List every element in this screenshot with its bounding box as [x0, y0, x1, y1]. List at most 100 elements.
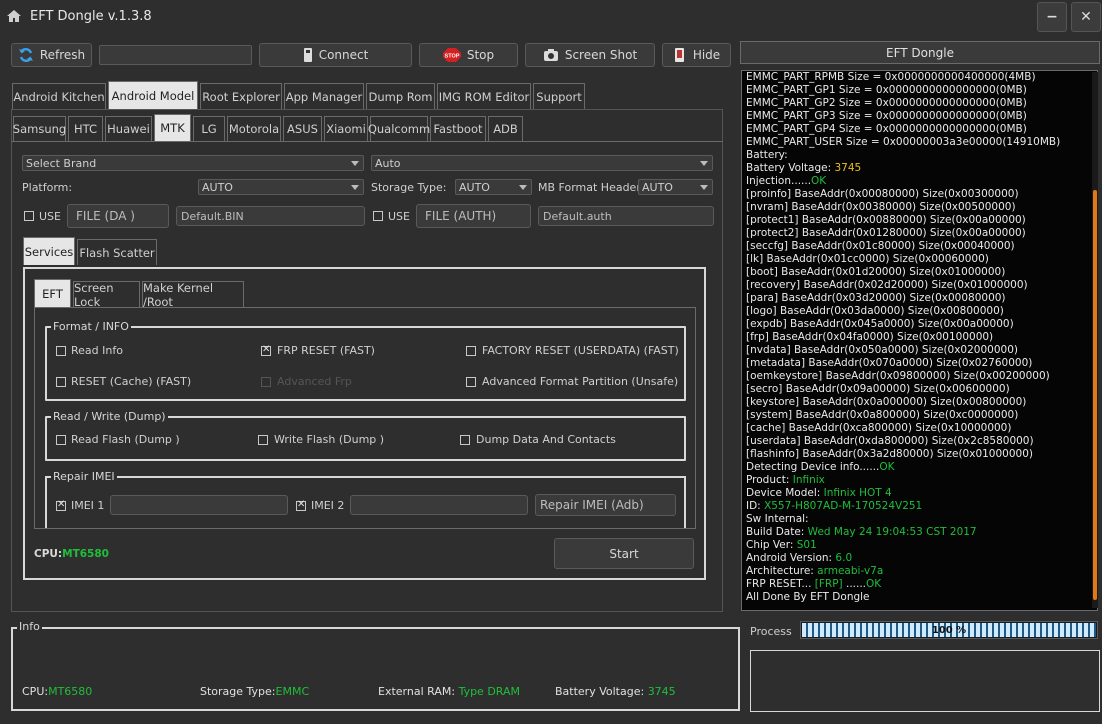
- stop-button[interactable]: STOP Stop: [419, 43, 518, 67]
- tab-qualcomm[interactable]: Qualcomm: [368, 116, 430, 141]
- refresh-button[interactable]: Refresh: [11, 43, 92, 67]
- tab-img-rom-editor[interactable]: IMG ROM Editor: [437, 83, 531, 109]
- log-segment: [flashinfo] BaseAddr(0x3a2d80000) Size(0…: [746, 448, 1033, 460]
- tab-lg[interactable]: LG: [193, 116, 225, 141]
- stop-label: Stop: [466, 48, 495, 62]
- read-flash-checkbox[interactable]: [56, 435, 66, 445]
- tab-make-kernel-root[interactable]: Make Kernel /Root: [142, 281, 244, 309]
- log-line: Battery:: [742, 149, 1097, 162]
- log-output[interactable]: EMMC_PART_RPMB Size = 0x0000000000400000…: [741, 70, 1098, 611]
- log-line: Device Model: Infinix HOT 4: [742, 487, 1097, 500]
- frp-reset-checkbox[interactable]: [261, 344, 271, 356]
- hide-label: Hide: [692, 48, 721, 62]
- log-line: Battery Voltage: 3745: [742, 162, 1097, 175]
- tab-android-kitchen[interactable]: Android Kitchen: [12, 83, 106, 109]
- log-line: FRP RESET... [FRP] ......OK: [742, 578, 1097, 591]
- factory-reset-label: FACTORY RESET (USERDATA) (FAST): [482, 344, 679, 357]
- log-scrollbar[interactable]: [1092, 72, 1098, 608]
- tab-root-explorer[interactable]: Root Explorer: [200, 83, 282, 109]
- tab-dump-rom[interactable]: Dump Rom: [366, 83, 435, 109]
- log-segment: EMMC_PART_GP2 Size = 0x0000000000000000(…: [746, 97, 1027, 109]
- tab-asus[interactable]: ASUS: [283, 116, 322, 141]
- write-flash-checkbox[interactable]: [258, 435, 268, 445]
- tab-mtk[interactable]: MTK: [154, 114, 191, 141]
- read-info-label: Read Info: [71, 344, 123, 357]
- platform-select[interactable]: AUTO: [198, 179, 364, 195]
- log-line: [keystore] BaseAddr(0x0a000000) Size(0x0…: [742, 396, 1097, 409]
- tab-samsung[interactable]: Samsung: [13, 116, 66, 141]
- advanced-frp-checkbox[interactable]: [261, 377, 271, 387]
- tab-screen-lock[interactable]: Screen Lock: [73, 281, 140, 309]
- imei2-checkbox[interactable]: [296, 499, 306, 511]
- log-segment: Chip Ver:: [746, 539, 797, 551]
- file-auth-button[interactable]: FILE (AUTH): [416, 204, 531, 228]
- factory-reset-checkbox[interactable]: [466, 346, 476, 356]
- hide-button[interactable]: Hide: [662, 43, 731, 67]
- log-segment: Architecture:: [746, 565, 818, 577]
- brand-select[interactable]: Select Brand: [22, 155, 364, 171]
- log-segment: Sw Internal:: [746, 513, 809, 525]
- storage-type-select[interactable]: AUTO: [455, 179, 532, 195]
- tab-flash-scatter[interactable]: Flash Scatter: [77, 239, 157, 265]
- tab-support[interactable]: Support: [533, 83, 585, 109]
- log-segment: 6.0: [835, 552, 853, 564]
- start-button[interactable]: Start: [554, 538, 694, 569]
- cpu-value: MT6580: [62, 548, 109, 560]
- tab-motorola[interactable]: Motorola: [227, 116, 281, 141]
- imei2-input[interactable]: [350, 495, 528, 515]
- read-info-checkbox[interactable]: [56, 346, 66, 356]
- log-line: Sw Internal:: [742, 513, 1097, 526]
- screenshot-button[interactable]: Screen Shot: [525, 43, 655, 67]
- file-da-button[interactable]: FILE (DA ): [67, 204, 169, 228]
- mb-format-value: AUTO: [642, 180, 673, 194]
- log-segment: 3745: [834, 162, 862, 174]
- stop-sign-text: STOP: [444, 54, 459, 60]
- repair-imei-title: Repair IMEI: [51, 470, 117, 483]
- dump-data-label: Dump Data And Contacts: [476, 433, 616, 446]
- imei1-input[interactable]: [110, 495, 288, 515]
- close-button[interactable]: ✕: [1071, 2, 1101, 32]
- log-line: Build Date: Wed May 24 19:04:53 CST 2017: [742, 526, 1097, 539]
- tab-xiaomi[interactable]: Xiaomi: [324, 116, 368, 141]
- log-line: [oemkeystore] BaseAddr(0x09800000) Size(…: [742, 370, 1097, 383]
- tab-fastboot[interactable]: Fastboot: [430, 116, 486, 141]
- tab-app-manager[interactable]: App Manager: [284, 83, 364, 109]
- dump-data-checkbox[interactable]: [460, 435, 470, 445]
- log-scrollbar-thumb[interactable]: [1093, 190, 1097, 600]
- tab-htc[interactable]: HTC: [68, 116, 103, 141]
- log-line: [logo] BaseAddr(0x03da0000) Size(0x00800…: [742, 305, 1097, 318]
- log-segment: FRP RESET...: [746, 578, 815, 590]
- use-da-checkbox[interactable]: [24, 211, 34, 221]
- tab-android-model[interactable]: Android Model: [108, 81, 198, 109]
- platform-label: Platform:: [22, 181, 73, 194]
- mode-select[interactable]: Auto: [371, 155, 713, 171]
- repair-imei-button[interactable]: Repair IMEI (Adb): [535, 494, 676, 516]
- log-line: [nvram] BaseAddr(0x00380000) Size(0x0050…: [742, 201, 1097, 214]
- log-segment: EMMC_PART_GP3 Size = 0x0000000000000000(…: [746, 110, 1027, 122]
- auth-file-field[interactable]: Default.auth: [538, 206, 714, 226]
- mb-format-select[interactable]: AUTO: [638, 179, 713, 195]
- info-battery: Battery Voltage: 3745: [555, 685, 676, 698]
- log-line: Architecture: armeabi-v7a: [742, 565, 1097, 578]
- usb-icon: [303, 48, 312, 62]
- minimize-button[interactable]: −: [1037, 2, 1067, 32]
- advanced-format-checkbox[interactable]: [466, 377, 476, 387]
- log-segment: EMMC_PART_RPMB Size = 0x0000000000400000…: [746, 71, 1036, 83]
- use-auth-checkbox[interactable]: [373, 211, 383, 221]
- info-title: Info: [17, 620, 42, 633]
- process-output: [750, 650, 1100, 712]
- log-segment: Infinix: [792, 474, 825, 486]
- tab-eft[interactable]: EFT: [34, 279, 71, 308]
- reset-cache-checkbox[interactable]: [56, 377, 66, 387]
- home-icon: [7, 10, 21, 22]
- log-line: Android Version: 6.0: [742, 552, 1097, 565]
- da-file-field[interactable]: Default.BIN: [176, 206, 365, 226]
- tab-huawei[interactable]: Huawei: [105, 116, 152, 141]
- log-segment: [frp] BaseAddr(0x04fa0000) Size(0x001000…: [746, 331, 994, 343]
- imei1-checkbox[interactable]: [56, 499, 66, 511]
- tab-services[interactable]: Services: [23, 237, 75, 265]
- connect-button[interactable]: Connect: [259, 43, 412, 67]
- port-select[interactable]: [99, 45, 252, 65]
- chevron-down-icon: [519, 185, 527, 190]
- tab-adb[interactable]: ADB: [488, 116, 523, 141]
